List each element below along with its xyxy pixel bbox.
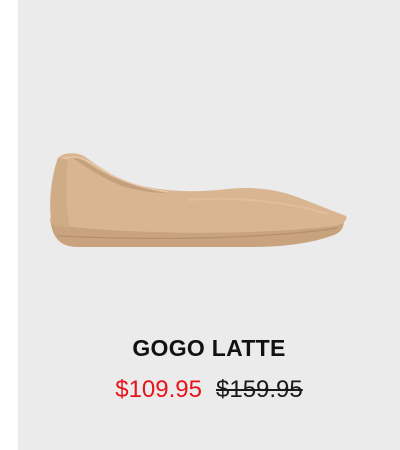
price-row: $109.95 $159.95 bbox=[18, 376, 400, 404]
product-name[interactable]: GOGO LATTE bbox=[18, 335, 400, 362]
original-price: $159.95 bbox=[216, 376, 303, 403]
sale-price: $109.95 bbox=[115, 376, 202, 403]
product-card[interactable]: GOGO LATTE $109.95 $159.95 bbox=[18, 0, 400, 450]
shoe-icon bbox=[50, 153, 347, 247]
product-image[interactable] bbox=[18, 0, 400, 320]
